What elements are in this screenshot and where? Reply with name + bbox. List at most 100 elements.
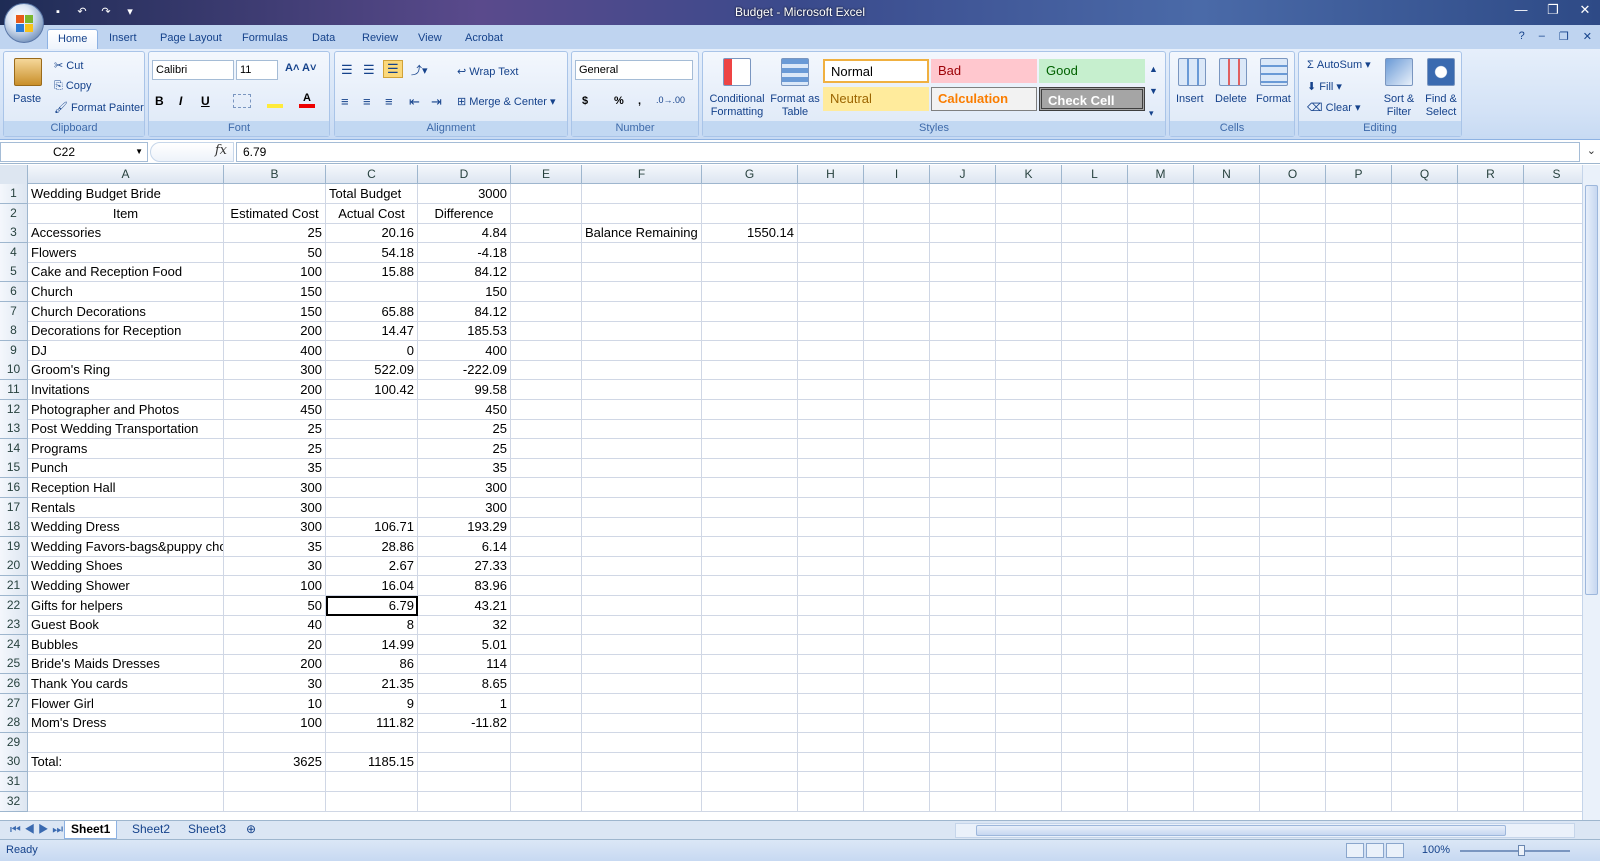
column-header-o[interactable]: O xyxy=(1260,165,1326,184)
delete-cells-button[interactable]: Delete xyxy=(1215,93,1247,105)
row-header[interactable]: 28 xyxy=(0,713,28,734)
cell-c17[interactable] xyxy=(326,497,418,518)
cell-n11[interactable] xyxy=(1194,380,1260,400)
cell-m22[interactable] xyxy=(1128,595,1194,616)
row-header[interactable]: 22 xyxy=(0,595,28,616)
column-header-a[interactable]: A xyxy=(28,165,224,184)
cell-q10[interactable] xyxy=(1392,360,1458,381)
cell-d29[interactable] xyxy=(418,732,511,753)
cell-f15[interactable] xyxy=(582,458,702,479)
cell-p21[interactable] xyxy=(1326,576,1392,596)
cell-r19[interactable] xyxy=(1458,536,1524,557)
cell-j6[interactable] xyxy=(930,282,996,302)
cell-e12[interactable] xyxy=(511,399,582,420)
row-header[interactable]: 11 xyxy=(0,380,28,400)
cell-d25[interactable]: 114 xyxy=(418,654,511,675)
cell-o27[interactable] xyxy=(1260,693,1326,714)
cell-g19[interactable] xyxy=(702,536,798,557)
cell-o26[interactable] xyxy=(1260,674,1326,694)
cell-c28[interactable]: 111.82 xyxy=(326,713,418,734)
cell-n30[interactable] xyxy=(1194,752,1260,773)
cell-g31[interactable] xyxy=(702,772,798,792)
cell-f18[interactable] xyxy=(582,517,702,538)
cell-f3[interactable]: Balance Remaining xyxy=(582,223,702,244)
cell-b22[interactable]: 50 xyxy=(224,595,326,616)
column-header-k[interactable]: K xyxy=(996,165,1062,184)
row-header[interactable]: 20 xyxy=(0,556,28,577)
cell-o1[interactable] xyxy=(1260,184,1326,204)
cell-s31[interactable] xyxy=(1524,772,1590,792)
cell-n6[interactable] xyxy=(1194,282,1260,302)
tab-review[interactable]: Review xyxy=(352,29,408,49)
cell-g22[interactable] xyxy=(702,595,798,616)
cell-k21[interactable] xyxy=(996,576,1062,596)
cell-g23[interactable] xyxy=(702,615,798,636)
cell-n26[interactable] xyxy=(1194,674,1260,694)
cell-e25[interactable] xyxy=(511,654,582,675)
cell-j22[interactable] xyxy=(930,595,996,616)
cell-k27[interactable] xyxy=(996,693,1062,714)
cell-r8[interactable] xyxy=(1458,321,1524,342)
cell-d30[interactable] xyxy=(418,752,511,773)
cell-m21[interactable] xyxy=(1128,576,1194,596)
cell-i31[interactable] xyxy=(864,772,930,792)
cell-n12[interactable] xyxy=(1194,399,1260,420)
cell-g4[interactable] xyxy=(702,242,798,263)
cell-o25[interactable] xyxy=(1260,654,1326,675)
cell-p19[interactable] xyxy=(1326,536,1392,557)
cell-c3[interactable]: 20.16 xyxy=(326,223,418,244)
cell-n21[interactable] xyxy=(1194,576,1260,596)
cell-r27[interactable] xyxy=(1458,693,1524,714)
cell-m6[interactable] xyxy=(1128,282,1194,302)
cell-q5[interactable] xyxy=(1392,262,1458,283)
cell-k30[interactable] xyxy=(996,752,1062,773)
cell-h22[interactable] xyxy=(798,595,864,616)
cell-j21[interactable] xyxy=(930,576,996,596)
cell-q12[interactable] xyxy=(1392,399,1458,420)
cell-d8[interactable]: 185.53 xyxy=(418,321,511,342)
cell-s13[interactable] xyxy=(1524,419,1590,440)
cell-a7[interactable]: Church Decorations xyxy=(28,301,224,322)
cell-o4[interactable] xyxy=(1260,242,1326,263)
cell-s14[interactable] xyxy=(1524,438,1590,459)
cell-j30[interactable] xyxy=(930,752,996,773)
cell-n29[interactable] xyxy=(1194,732,1260,753)
cell-s16[interactable] xyxy=(1524,478,1590,498)
cell-o10[interactable] xyxy=(1260,360,1326,381)
cell-p15[interactable] xyxy=(1326,458,1392,479)
cell-k11[interactable] xyxy=(996,380,1062,400)
cell-d11[interactable]: 99.58 xyxy=(418,380,511,400)
cell-l10[interactable] xyxy=(1062,360,1128,381)
cell-k7[interactable] xyxy=(996,301,1062,322)
cell-b8[interactable]: 200 xyxy=(224,321,326,342)
office-button[interactable] xyxy=(4,3,44,43)
cell-o2[interactable] xyxy=(1260,203,1326,224)
formula-input[interactable]: 6.79 xyxy=(236,142,1580,162)
cell-f5[interactable] xyxy=(582,262,702,283)
insert-sheet-icon[interactable]: ⊕ xyxy=(240,821,262,839)
cell-m31[interactable] xyxy=(1128,772,1194,792)
cell-s22[interactable] xyxy=(1524,595,1590,616)
cell-s18[interactable] xyxy=(1524,517,1590,538)
cell-l25[interactable] xyxy=(1062,654,1128,675)
style-neutral[interactable]: Neutral xyxy=(823,87,929,111)
cell-j11[interactable] xyxy=(930,380,996,400)
cell-c11[interactable]: 100.42 xyxy=(326,380,418,400)
cell-o23[interactable] xyxy=(1260,615,1326,636)
cell-r17[interactable] xyxy=(1458,497,1524,518)
cell-b4[interactable]: 50 xyxy=(224,242,326,263)
cell-g26[interactable] xyxy=(702,674,798,694)
cell-p7[interactable] xyxy=(1326,301,1392,322)
cell-j14[interactable] xyxy=(930,438,996,459)
paste-button[interactable]: Paste xyxy=(13,93,41,105)
row-header[interactable]: 9 xyxy=(0,340,28,361)
expand-formula-bar-icon[interactable]: ⌄ xyxy=(1587,144,1596,157)
column-header-h[interactable]: H xyxy=(798,165,864,184)
cell-f22[interactable] xyxy=(582,595,702,616)
cell-m19[interactable] xyxy=(1128,536,1194,557)
maximize-icon[interactable]: ❐ xyxy=(1544,2,1562,18)
cell-i21[interactable] xyxy=(864,576,930,596)
sheet-tab-sheet3[interactable]: Sheet3 xyxy=(182,821,232,839)
cell-o20[interactable] xyxy=(1260,556,1326,577)
cell-f23[interactable] xyxy=(582,615,702,636)
